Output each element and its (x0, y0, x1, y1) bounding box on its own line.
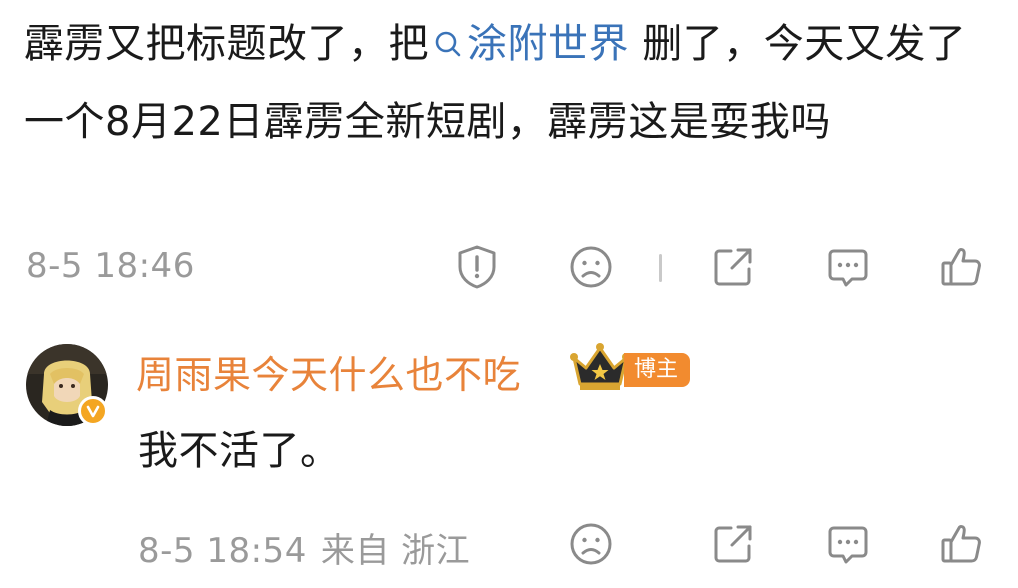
comment-icon (828, 249, 868, 287)
username[interactable]: 周雨果今天什么也不吃 (136, 344, 521, 399)
crown-icon (568, 340, 632, 396)
share-icon (714, 248, 752, 286)
comment-icon (828, 526, 868, 564)
post-text: 霹雳又把标题改了，把 涂附世界 删了，今天又发了一个8月22日霹雳全新短剧，霹雳这… (24, 6, 994, 160)
reply-action-bar: 8-5 18:54 来自 浙江 (0, 513, 1018, 573)
comment-button[interactable] (823, 242, 873, 292)
like-icon (941, 525, 981, 563)
comment-text: 我不活了。 (138, 428, 341, 474)
reply-location: 来自 浙江 (320, 531, 471, 571)
reply-like-button[interactable] (937, 519, 987, 569)
share-button[interactable] (708, 242, 758, 292)
search-icon (433, 8, 463, 84)
report-icon (458, 245, 496, 289)
reply-meta: 8-5 18:54 来自 浙江 (138, 523, 470, 572)
reply-comment: 周雨果今天什么也不吃 博主 我不活了。 (0, 320, 1018, 500)
share-icon (714, 525, 752, 563)
verified-badge-icon (78, 396, 108, 426)
dislike-button[interactable] (566, 242, 616, 292)
post-timestamp: 8-5 18:46 (26, 246, 195, 286)
host-badge: 博主 (624, 353, 691, 387)
reply-share-button[interactable] (708, 519, 758, 569)
reply-dislike-button[interactable] (566, 519, 616, 569)
like-button[interactable] (937, 242, 987, 292)
reply-comment-button[interactable] (823, 519, 873, 569)
topic-label: 涂附世界 (467, 21, 629, 67)
dislike-icon (570, 246, 612, 288)
post-action-bar: 8-5 18:46 (0, 236, 1018, 296)
like-icon (941, 248, 981, 286)
action-divider (659, 254, 662, 282)
reply-timestamp: 8-5 18:54 (138, 531, 307, 571)
dislike-icon (570, 523, 612, 565)
post-text-part1: 霹雳又把标题改了，把 (24, 21, 429, 67)
topic-link[interactable]: 涂附世界 (429, 21, 629, 67)
report-button[interactable] (452, 242, 502, 292)
